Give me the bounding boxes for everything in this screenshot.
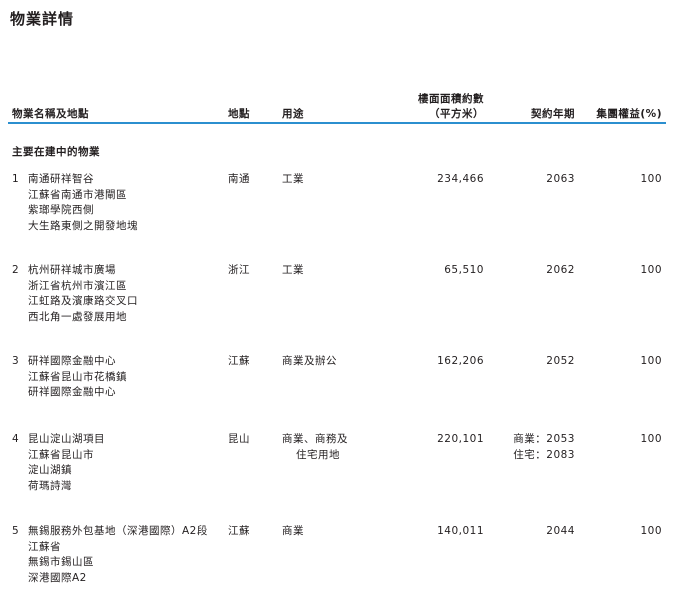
property-use: 商業、商務及 住宅用地	[282, 432, 348, 463]
address-line: 大生路東側之開發地塊	[28, 219, 138, 232]
property-use: 商業	[282, 524, 304, 540]
property-gfa: 234,466	[437, 173, 484, 185]
row-number: 4	[12, 433, 20, 445]
row-number: 1	[12, 173, 20, 185]
address-line: 西北角一處發展用地	[28, 310, 127, 323]
lease-line: 2052	[546, 355, 575, 367]
use-line: 商業、商務及	[282, 433, 348, 445]
property-location: 昆山	[228, 433, 250, 445]
address-line: 深港國際A2	[28, 571, 87, 584]
property-gfa: 65,510	[444, 264, 484, 276]
section-label: 主要在建中的物業	[12, 146, 100, 158]
row-number: 5	[12, 525, 20, 537]
address-line: 江蘇省	[28, 540, 61, 553]
address-line: 江蘇省昆山市花橋鎮	[28, 370, 127, 383]
header-gfa-line1: 樓面面積約數	[418, 93, 484, 105]
property-group-interest: 100	[640, 264, 662, 276]
property-use: 商業及辦公	[282, 354, 337, 370]
property-group-interest: 100	[640, 525, 662, 537]
use-line: 商業	[282, 525, 304, 537]
address-line: 杭州研祥城市廣場	[28, 264, 116, 276]
lease-line: 2063	[546, 173, 575, 185]
header-use: 用途	[282, 108, 304, 120]
property-location: 江蘇	[228, 355, 250, 367]
address-line: 研祥國際金融中心	[28, 386, 116, 398]
property-gfa: 220,101	[437, 433, 484, 445]
address-line: 江蘇省南通市港閘區	[28, 188, 127, 201]
address-line: 研祥國際金融中心	[28, 355, 116, 367]
property-name-address: 南通研祥智谷江蘇省南通市港閘區 紫瑯學院西側大生路東側之開發地塊	[28, 172, 138, 234]
lease-line: 2044	[546, 525, 575, 537]
property-group-interest: 100	[640, 355, 662, 367]
property-lease-expiry: 2044	[495, 524, 575, 540]
property-group-interest: 100	[640, 433, 662, 445]
use-line: 住宅用地	[296, 448, 340, 461]
property-group-interest: 100	[640, 173, 662, 185]
address-line: 江蘇省昆山市	[28, 448, 94, 461]
address-line: 昆山淀山湖項目	[28, 433, 105, 445]
property-location: 南通	[228, 173, 250, 185]
property-lease-expiry: 商業：2053 住宅：2083	[495, 432, 575, 463]
address-line: 紫瑯學院西側	[28, 204, 94, 216]
property-location: 江蘇	[228, 525, 250, 537]
page-title: 物業詳情	[10, 10, 75, 28]
header-name-location: 物業名稱及地點	[12, 108, 89, 120]
property-name-address: 研祥國際金融中心 江蘇省昆山市花橋鎮 研祥國際金融中心	[28, 354, 127, 401]
header-group-interest: 集團權益(%)	[596, 108, 662, 120]
lease-line: 2062	[546, 264, 575, 276]
property-lease-expiry: 2063	[495, 172, 575, 188]
address-line: 淀山湖鎮	[28, 464, 72, 476]
use-line: 商業及辦公	[282, 355, 337, 367]
property-location: 浙江	[228, 264, 250, 276]
address-line: 浙江省杭州市濱江區	[28, 279, 127, 292]
row-number: 2	[12, 264, 20, 276]
property-name-address: 無錫服務外包基地（深港國際）A2段 江蘇省無錫市錫山區 深港國際A2	[28, 524, 208, 586]
property-lease-expiry: 2062	[495, 263, 575, 279]
property-gfa: 162,206	[437, 355, 484, 367]
header-lease-expiry: 契約年期	[531, 108, 575, 120]
address-line: 南通研祥智谷	[28, 173, 94, 185]
use-line: 工業	[282, 173, 304, 185]
property-name-address: 杭州研祥城市廣場 浙江省杭州市濱江區 江虹路及濱康路交叉口 西北角一處發展用地	[28, 263, 138, 325]
address-line: 荷瑪詩灣	[28, 479, 72, 492]
use-line: 工業	[282, 264, 304, 276]
lease-line: 商業：2053	[513, 433, 575, 445]
header-location: 地點	[228, 108, 250, 120]
header-divider	[8, 122, 666, 124]
address-line: 無錫服務外包基地（深港國際）A2段	[28, 525, 208, 537]
property-lease-expiry: 2052	[495, 354, 575, 370]
header-gfa-line2: （平方米）	[429, 108, 484, 120]
property-gfa: 140,011	[437, 525, 484, 537]
address-line: 無錫市錫山區	[28, 556, 94, 568]
address-line: 江虹路及濱康路交叉口	[28, 295, 138, 307]
lease-line: 住宅：2083	[513, 448, 575, 461]
row-number: 3	[12, 355, 20, 367]
property-use: 工業	[282, 172, 304, 188]
property-use: 工業	[282, 263, 304, 279]
property-name-address: 昆山淀山湖項目 江蘇省昆山市 淀山湖鎮荷瑪詩灣	[28, 432, 105, 494]
